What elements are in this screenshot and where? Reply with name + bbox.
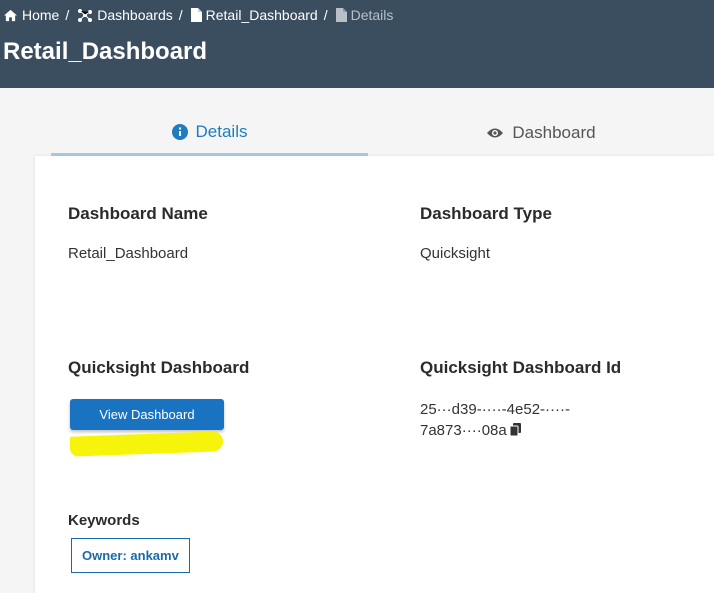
keywords-label: Keywords	[68, 512, 140, 529]
keyword-chip-owner[interactable]: Owner: ankamv	[71, 538, 190, 573]
breadcrumb-dashboards[interactable]: Dashboards	[77, 7, 173, 23]
eye-icon	[487, 128, 504, 138]
quicksight-id-label: Quicksight Dashboard Id	[420, 358, 622, 377]
dashboard-type-value: Quicksight	[420, 245, 491, 262]
page-title: Retail_Dashboard	[3, 38, 208, 65]
breadcrumb-separator: /	[65, 7, 70, 23]
tab-details-label: Details	[195, 121, 248, 141]
quicksight-id-value: 25···d39-····-4e52-····- 7a873····08a	[420, 399, 640, 442]
breadcrumb-separator: /	[178, 7, 183, 23]
quicksight-id-line1: 25···d39-····-4e52-····-	[420, 401, 571, 418]
home-icon	[4, 9, 17, 21]
page-header: Home / Dashboards / Retail_Dashboard / D…	[0, 0, 714, 88]
breadcrumb-details-label: Details	[350, 7, 394, 23]
tab-bar: Details Dashboard	[51, 110, 714, 156]
quicksight-id-line2-row: 7a873····08a	[420, 420, 640, 442]
file-icon	[335, 8, 347, 22]
breadcrumb-details: Details	[335, 7, 394, 23]
tab-dashboard[interactable]: Dashboard	[368, 110, 714, 156]
breadcrumb: Home / Dashboards / Retail_Dashboard / D…	[3, 6, 393, 24]
breadcrumb-home-label: Home	[22, 7, 60, 23]
dashboards-icon	[78, 9, 93, 22]
view-dashboard-button[interactable]: View Dashboard	[70, 399, 224, 430]
copy-icon[interactable]	[509, 421, 521, 442]
dashboard-name-value: Retail_Dashboard	[68, 245, 189, 262]
breadcrumb-dashboards-label: Dashboards	[97, 7, 173, 23]
breadcrumb-home[interactable]: Home	[3, 7, 59, 23]
file-icon	[190, 8, 202, 22]
dashboard-type-label: Dashboard Type	[420, 204, 552, 223]
breadcrumb-retail-dashboard[interactable]: Retail_Dashboard	[190, 7, 318, 23]
tab-details[interactable]: Details	[51, 110, 368, 156]
breadcrumb-retail-label: Retail_Dashboard	[205, 7, 318, 23]
dashboard-name-label: Dashboard Name	[68, 204, 208, 223]
quicksight-dashboard-label: Quicksight Dashboard	[68, 358, 250, 377]
quicksight-id-line2: 7a873····08a	[420, 422, 507, 439]
breadcrumb-separator: /	[323, 7, 328, 23]
tab-dashboard-label: Dashboard	[512, 123, 596, 142]
info-icon	[171, 123, 188, 140]
